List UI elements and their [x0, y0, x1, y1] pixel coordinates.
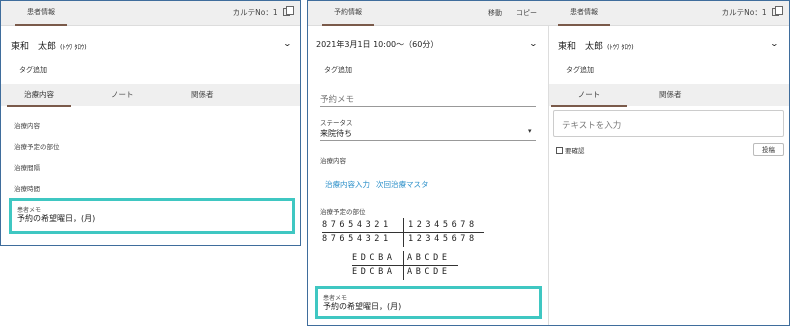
- field-interval: 治療間隔: [14, 164, 40, 172]
- subtab-related[interactable]: 関係者: [659, 84, 682, 106]
- memo-value: 予約の希望曜日，(月): [323, 302, 402, 311]
- caret-down-icon[interactable]: ▾: [528, 127, 532, 135]
- status-label: ステータス: [320, 119, 353, 127]
- field-duration: 治療時間: [14, 185, 40, 193]
- copy-icon[interactable]: [283, 6, 294, 16]
- karte-number: カルテNo：1: [232, 1, 294, 25]
- patient-memo-box[interactable]: 患者メモ 予約の希望曜日，(月): [315, 286, 542, 319]
- tag-add-link[interactable]: タグ追加: [324, 65, 352, 75]
- primary-lower-right[interactable]: ABCDE: [407, 267, 451, 277]
- site-label: 治療予定の部位: [320, 208, 366, 216]
- primary-divider-h: [352, 265, 458, 266]
- tooth-upper-left[interactable]: 87654321: [322, 220, 392, 230]
- next-treatment-master-link[interactable]: 次回治療マスタ: [376, 179, 429, 190]
- note-placeholder: テキストを入力: [562, 121, 622, 131]
- treatment-input-link[interactable]: 治療内容入力: [325, 179, 370, 190]
- confirm-checkbox[interactable]: 要確認: [556, 145, 585, 155]
- chevron-down-icon[interactable]: ⌄: [529, 39, 538, 48]
- primary-upper-right[interactable]: ABCDE: [407, 253, 451, 263]
- field-site: 治療予定の部位: [14, 143, 60, 151]
- memo-value: 予約の希望曜日，(月): [17, 214, 96, 223]
- field-treatment: 治療内容: [14, 122, 40, 130]
- appointment-memo-input[interactable]: 予約メモ: [320, 93, 354, 105]
- subtab-related[interactable]: 関係者: [191, 84, 214, 106]
- memo-underline: [320, 106, 536, 107]
- column-divider: [548, 26, 549, 325]
- chevron-down-icon[interactable]: ⌄: [770, 39, 779, 48]
- tab-bar-main: 予約情報 移動 コピー 患者情報 カルテNo：1: [308, 1, 789, 26]
- tag-add-link[interactable]: タグ追加: [19, 65, 47, 75]
- patient-kana: (ﾄｳﾜ ﾀﾛｳ): [60, 43, 87, 51]
- karte-label-right: カルテNo：1: [721, 8, 767, 17]
- tab-patient-info-right[interactable]: 患者情報: [558, 0, 610, 26]
- move-button[interactable]: 移動: [488, 1, 502, 25]
- primary-divider-v: [403, 251, 404, 280]
- status-select[interactable]: 来院待ち: [320, 128, 352, 139]
- patient-info-panel-left: 患者情報 カルテNo：1 東和 太郎 (ﾄｳﾜ ﾀﾛｳ) ⌄ タグ追加 治療内容 …: [0, 0, 301, 246]
- primary-lower-left[interactable]: EDCBA: [352, 267, 396, 277]
- note-text-input[interactable]: テキストを入力: [553, 110, 784, 137]
- checkbox-icon[interactable]: [556, 147, 563, 154]
- patient-memo-box[interactable]: 患者メモ 予約の希望曜日，(月): [9, 198, 295, 234]
- patient-name: 東和 太郎 (ﾄｳﾜ ﾀﾛｳ): [11, 39, 87, 52]
- patient-kana: (ﾄｳﾜ ﾀﾛｳ): [607, 43, 634, 51]
- subtab-treatment[interactable]: 治療内容: [7, 84, 71, 107]
- patient-name-text: 東和 太郎: [11, 42, 57, 52]
- copy-button[interactable]: コピー: [516, 1, 537, 25]
- chevron-down-icon[interactable]: ⌄: [283, 39, 292, 48]
- subtab-bar-right: ノート 関係者: [549, 84, 789, 107]
- tooth-divider-v: [403, 218, 404, 247]
- appointment-datetime: 2021年3月1日 10:00〜（60分）: [316, 40, 439, 49]
- copy-icon[interactable]: [772, 6, 783, 16]
- subtab-note[interactable]: ノート: [111, 84, 134, 106]
- post-button[interactable]: 投稿: [753, 143, 784, 156]
- confirm-label: 要確認: [565, 147, 585, 155]
- karte-label: カルテNo：1: [232, 8, 278, 17]
- patient-name: 東和 太郎 (ﾄｳﾜ ﾀﾛｳ): [558, 39, 634, 52]
- tab-bar: 患者情報 カルテNo：1: [1, 1, 300, 26]
- appointment-panel: 予約情報 移動 コピー 患者情報 カルテNo：1 2021年3月1日 10:00…: [307, 0, 790, 326]
- treatment-label: 治療内容: [320, 157, 346, 165]
- patient-name-text: 東和 太郎: [558, 42, 604, 52]
- tooth-lower-left[interactable]: 87654321: [322, 234, 392, 244]
- primary-upper-left[interactable]: EDCBA: [352, 253, 396, 263]
- tooth-upper-right[interactable]: 12345678: [408, 220, 478, 230]
- tag-add-link[interactable]: タグ追加: [566, 65, 594, 75]
- tab-appointment-info[interactable]: 予約情報: [322, 0, 374, 26]
- tooth-lower-right[interactable]: 12345678: [408, 234, 478, 244]
- status-underline: [320, 140, 536, 141]
- tab-patient-info[interactable]: 患者情報: [15, 0, 67, 26]
- subtab-bar: 治療内容 ノート 関係者: [1, 84, 300, 107]
- subtab-note[interactable]: ノート: [551, 84, 627, 107]
- karte-number-right: カルテNo：1: [721, 1, 783, 25]
